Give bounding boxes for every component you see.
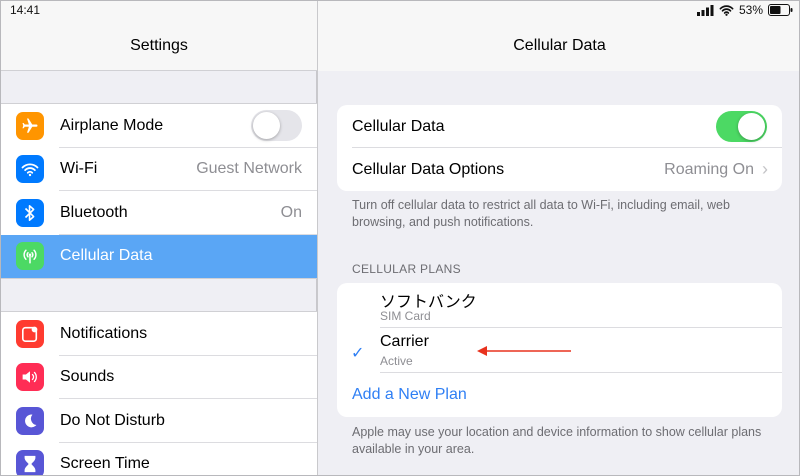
sidebar-title: Settings	[130, 37, 188, 54]
sidebar-item-bluetooth[interactable]: Bluetooth On	[1, 191, 317, 235]
notifications-icon	[16, 319, 44, 348]
chevron-right-icon: ›	[762, 159, 768, 179]
cellular-plans-footnote: Apple may use your location and device i…	[352, 425, 762, 456]
roaming-status-value: Roaming On	[664, 160, 754, 178]
battery-percent: 53%	[738, 3, 763, 17]
status-indicators: 53%	[696, 3, 793, 17]
annotation-arrow-icon	[477, 346, 571, 356]
settings-group-connectivity: Airplane Mode Wi-Fi Guest Network Blueto…	[1, 103, 317, 279]
cellular-data-card: Cellular Data Cellular Data Options Roam…	[337, 105, 782, 191]
sidebar-item-label: Cellular Data	[60, 247, 153, 265]
ipad-screen: 14:41 Settings Airplane Mode Wi-Fi Guest…	[0, 0, 800, 476]
speaker-icon	[16, 363, 44, 392]
sidebar-item-notifications[interactable]: Notifications	[1, 312, 317, 356]
bluetooth-icon	[16, 198, 44, 227]
plan-name: Carrier	[380, 333, 429, 350]
plan-subtitle: Active	[380, 354, 413, 368]
bluetooth-status-value: On	[280, 203, 302, 221]
moon-icon	[16, 406, 44, 435]
sidebar-item-label: Notifications	[60, 324, 148, 342]
sidebar-item-cellular-data[interactable]: Cellular Data	[1, 234, 317, 278]
cellular-plans-card: ソフトバンク SIM Card ✓ Carrier Active Add a N…	[337, 283, 782, 417]
page-title: Cellular Data	[513, 37, 606, 54]
sidebar-header: 14:41 Settings	[1, 1, 317, 71]
cellular-data-panel: 53% Cellular Data Cellular Data Cellular…	[318, 1, 799, 475]
cellular-data-label: Cellular Data	[352, 117, 445, 135]
wifi-status-icon	[719, 4, 734, 16]
sidebar-item-label: Wi-Fi	[60, 160, 98, 178]
cellular-data-row: Cellular Data	[337, 105, 782, 148]
cellular-data-footnote: Turn off cellular data to restrict all d…	[352, 198, 730, 229]
sidebar-item-screen-time[interactable]: Screen Time	[1, 443, 317, 475]
wifi-network-value: Guest Network	[196, 160, 302, 178]
signal-icon	[696, 4, 714, 16]
cellular-data-toggle[interactable]	[716, 111, 767, 142]
airplane-icon	[16, 111, 44, 140]
battery-icon	[768, 4, 793, 16]
sidebar-item-label: Do Not Disturb	[60, 411, 165, 429]
checkmark-icon: ✓	[351, 345, 365, 362]
wifi-icon	[16, 155, 44, 184]
cellular-data-options-row[interactable]: Cellular Data Options Roaming On ›	[337, 148, 782, 191]
airplane-mode-toggle[interactable]	[251, 110, 302, 142]
sidebar-item-label: Bluetooth	[60, 203, 128, 221]
hourglass-icon	[16, 450, 44, 475]
main-header: 53% Cellular Data	[318, 1, 799, 71]
sidebar-item-wifi[interactable]: Wi-Fi Guest Network	[1, 148, 317, 191]
add-new-plan-link[interactable]: Add a New Plan	[337, 373, 782, 417]
settings-group-notifications: Notifications Sounds Do Not Disturb Scre…	[1, 311, 317, 475]
antenna-icon	[16, 242, 44, 271]
settings-sidebar: 14:41 Settings Airplane Mode Wi-Fi Guest…	[1, 1, 317, 475]
plan-row-carrier[interactable]: ✓ Carrier Active	[337, 328, 782, 373]
sidebar-item-label: Airplane Mode	[60, 116, 164, 134]
sidebar-item-label: Sounds	[60, 368, 115, 386]
sidebar-item-label: Screen Time	[60, 455, 150, 473]
sidebar-item-airplane-mode[interactable]: Airplane Mode	[1, 104, 317, 148]
plan-row-softbank[interactable]: ソフトバンク SIM Card	[337, 283, 782, 328]
sidebar-item-do-not-disturb[interactable]: Do Not Disturb	[1, 399, 317, 443]
status-time: 14:41	[10, 3, 41, 17]
cellular-plans-header: CELLULAR PLANS	[352, 262, 461, 276]
sidebar-item-sounds[interactable]: Sounds	[1, 356, 317, 399]
cellular-data-options-label: Cellular Data Options	[352, 160, 505, 178]
plan-subtitle: SIM Card	[380, 309, 431, 323]
